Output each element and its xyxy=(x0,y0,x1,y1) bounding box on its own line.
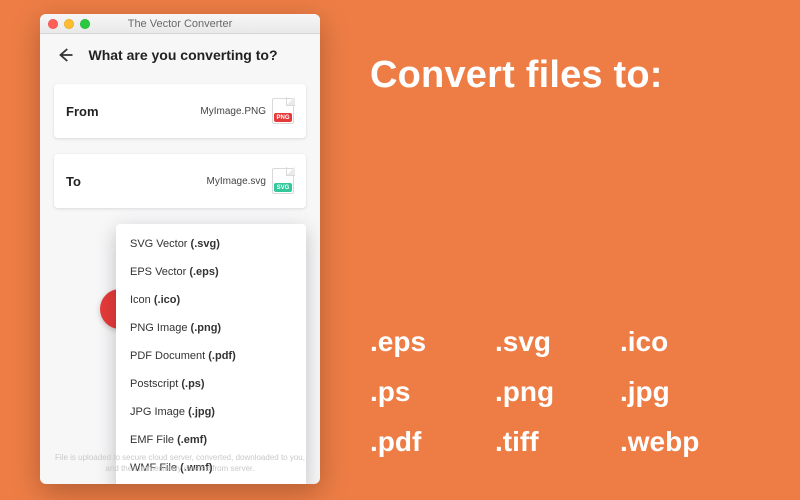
from-label: From xyxy=(66,104,99,119)
page-title: What are you converting to? xyxy=(60,47,306,63)
dropdown-item-ext: (.ps) xyxy=(181,378,204,390)
file-icon: PNG xyxy=(272,98,294,124)
from-card[interactable]: From MyImage.PNG PNG xyxy=(54,84,306,138)
to-filename: MyImage.svg xyxy=(207,176,266,187)
app-window: The Vector Converter What are you conver… xyxy=(40,14,320,484)
dropdown-item-ext: (.svg) xyxy=(191,238,220,250)
dropdown-item-name: PDF Document xyxy=(130,350,205,362)
dropdown-item-name: Postscript xyxy=(130,378,178,390)
dropdown-item-ext: (.ico) xyxy=(154,294,180,306)
extension-label: .tiff xyxy=(495,426,620,458)
dropdown-item-ext: (.png) xyxy=(191,322,222,334)
dropdown-item-name: EMF File xyxy=(130,434,174,446)
extension-label: .png xyxy=(495,376,620,408)
from-filename: MyImage.PNG xyxy=(200,106,266,117)
extension-label: .ps xyxy=(370,376,495,408)
app-body: What are you converting to? From MyImage… xyxy=(40,34,320,484)
hero-title: Convert files to: xyxy=(370,54,663,97)
dropdown-item[interactable]: EPS Vector (.eps) xyxy=(116,258,306,286)
window-title: The Vector Converter xyxy=(40,18,320,30)
dropdown-item[interactable]: JPG Image (.jpg) xyxy=(116,398,306,426)
dropdown-item-ext: (.eps) xyxy=(189,266,218,278)
png-badge: PNG xyxy=(274,113,292,122)
dropdown-item[interactable]: PNG Image (.png) xyxy=(116,314,306,342)
file-icon: SVG xyxy=(272,168,294,194)
dropdown-item[interactable]: Postscript (.ps) xyxy=(116,370,306,398)
dropdown-item[interactable]: SVG Vector (.svg) xyxy=(116,230,306,258)
extension-label: .ico xyxy=(620,326,745,358)
dropdown-item-name: PNG Image xyxy=(130,322,187,334)
dropdown-item-name: JPG Image xyxy=(130,406,185,418)
extension-label: .jpg xyxy=(620,376,745,408)
dropdown-item-ext: (.pdf) xyxy=(208,350,235,362)
to-card[interactable]: To MyImage.svg SVG xyxy=(54,154,306,208)
format-dropdown: SVG Vector (.svg)EPS Vector (.eps)Icon (… xyxy=(116,224,306,484)
svg-badge: SVG xyxy=(274,183,292,192)
dropdown-item-ext: (.emf) xyxy=(177,434,207,446)
to-label: To xyxy=(66,174,81,189)
extension-label: .eps xyxy=(370,326,495,358)
titlebar: The Vector Converter xyxy=(40,14,320,34)
extension-label: .pdf xyxy=(370,426,495,458)
dropdown-item[interactable]: PDF Document (.pdf) xyxy=(116,342,306,370)
extensions-grid: .eps.svg.ico .ps.png.jpg .pdf.tiff.webp xyxy=(370,326,745,458)
dropdown-item-name: EPS Vector xyxy=(130,266,186,278)
dropdown-item[interactable]: EMF File (.emf) xyxy=(116,426,306,454)
dropdown-item[interactable]: Icon (.ico) xyxy=(116,286,306,314)
footnote: File is uploaded to secure cloud server,… xyxy=(54,453,306,474)
extension-label: .svg xyxy=(495,326,620,358)
dropdown-item-name: SVG Vector xyxy=(130,238,187,250)
extension-label: .webp xyxy=(620,426,745,458)
dropdown-item-name: Icon xyxy=(130,294,151,306)
dropdown-item-ext: (.jpg) xyxy=(188,406,215,418)
header-row: What are you converting to? xyxy=(54,44,306,66)
